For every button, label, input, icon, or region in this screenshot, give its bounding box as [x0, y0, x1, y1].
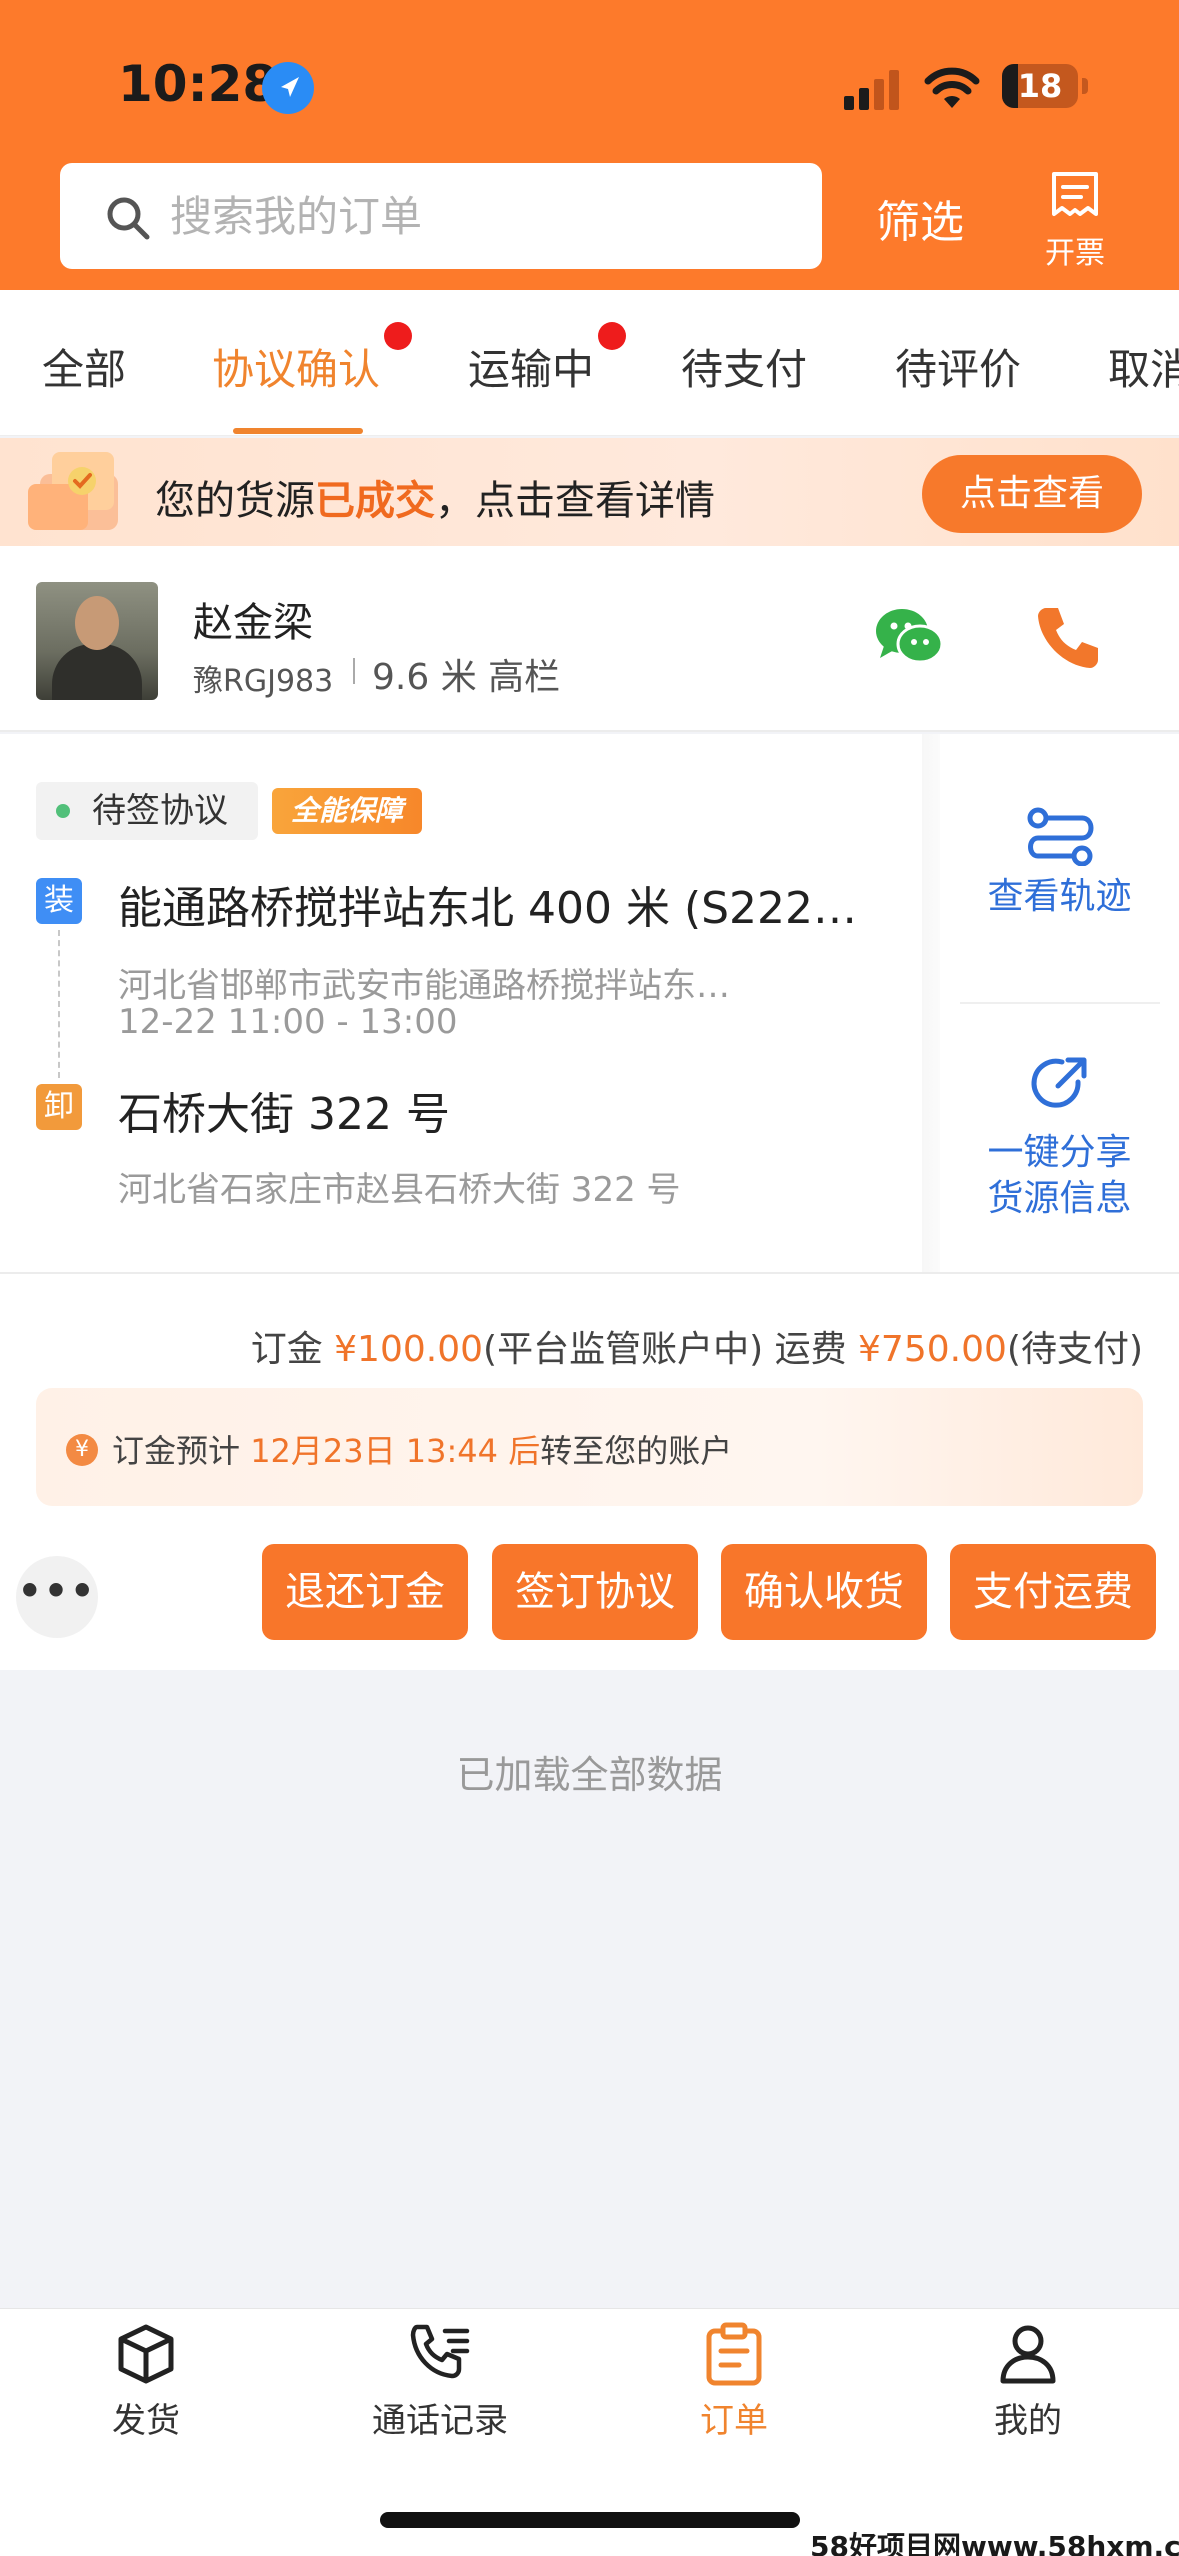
list-end-text: 已加载全部数据 — [456, 1753, 723, 1797]
box-icon — [118, 2324, 174, 2384]
route-line — [58, 930, 60, 1078]
banner-text: 您的货源已成交，点击查看详情 — [155, 478, 715, 524]
person-icon — [1000, 2325, 1056, 2384]
driver-card[interactable]: 赵金梁 豫RGJ983 9.6 米 高栏 — [0, 546, 1179, 732]
location-arrow-icon — [262, 62, 314, 114]
card-divider — [922, 734, 940, 1272]
avatar — [36, 582, 158, 700]
battery-icon: 18 — [1002, 64, 1078, 108]
deal-banner[interactable]: 您的货源已成交，点击查看详情 点击查看 — [0, 438, 1179, 546]
share-icon — [1031, 1057, 1086, 1108]
tab-cancelled[interactable]: 取消 — [1108, 336, 1179, 397]
divider — [353, 658, 355, 684]
nav-orders[interactable]: 订单 — [634, 2321, 834, 2442]
pay-freight-button[interactable]: 支付运费 — [950, 1544, 1156, 1640]
header: 10:28 18 筛选 开票 — [0, 0, 1179, 290]
share-label-line1: 一键分享 — [987, 1132, 1132, 1173]
load-address: 河北省邯郸市武安市能通路桥搅拌站东… — [118, 966, 730, 1006]
refund-deposit-button[interactable]: 退还订金 — [262, 1544, 468, 1640]
divider — [960, 1002, 1160, 1004]
wechat-chat-icon[interactable] — [874, 606, 944, 668]
order-tabs: 全部 协议确认 运输中 待支付 待评价 取消 — [0, 290, 1179, 436]
load-title: 能通路桥搅拌站东北 400 米 (S222… — [118, 883, 858, 934]
nav-me[interactable]: 我的 — [928, 2321, 1128, 2442]
fee-section: 订金 ¥100.00(平台监管账户中) 运费 ¥750.00(待支付) ¥ 订金… — [0, 1272, 1179, 1670]
search-input[interactable] — [60, 163, 822, 269]
nav-ship[interactable]: 发货 — [46, 2321, 246, 2442]
driver-plate: 豫RGJ983 — [193, 664, 334, 699]
share-label-line2: 货源信息 — [987, 1178, 1132, 1219]
home-indicator — [380, 2512, 800, 2528]
guarantee-badge: 全能保障 — [272, 788, 422, 834]
driver-name: 赵金梁 — [193, 600, 313, 646]
nav-orders-label: 订单 — [700, 2401, 768, 2441]
deposit-notice: ¥ 订金预计 12月23日 13:44 后转至您的账户 — [36, 1388, 1143, 1506]
clipboard-icon — [706, 2322, 762, 2386]
tab-agreement-badge — [384, 322, 412, 350]
sign-agreement-button[interactable]: 签订协议 — [492, 1544, 698, 1640]
fee-summary: 订金 ¥100.00(平台监管账户中) 运费 ¥750.00(待支付) — [250, 1329, 1143, 1370]
yuan-coin-icon: ¥ — [66, 1434, 98, 1466]
watermark: 58好项目网www.58hxm.com — [810, 2530, 1179, 2556]
search-icon — [107, 197, 150, 240]
invoice-button[interactable]: 开票 — [1030, 170, 1120, 271]
unload-title: 石桥大街 322 号 — [118, 1089, 450, 1140]
view-track-button[interactable]: 查看轨迹 — [940, 804, 1179, 920]
tab-all[interactable]: 全部 — [42, 336, 126, 397]
tab-in-transit-badge — [598, 322, 626, 350]
confirm-receipt-button[interactable]: 确认收货 — [721, 1544, 927, 1640]
status-badge: 待签协议 — [36, 782, 258, 840]
call-log-icon — [410, 2324, 470, 2379]
share-cargo-button[interactable]: 一键分享 货源信息 — [940, 1052, 1179, 1222]
more-button[interactable]: ••• — [16, 1556, 98, 1638]
nav-ship-label: 发货 — [112, 2401, 180, 2441]
battery-level: 18 — [1017, 67, 1063, 105]
status-time: 10:28 — [118, 55, 278, 113]
route-track-icon — [1027, 807, 1093, 866]
deal-stamp-icon — [28, 452, 118, 530]
active-tab-indicator — [233, 428, 363, 434]
filter-button[interactable]: 筛选 — [876, 186, 964, 250]
load-tag: 装 — [36, 878, 82, 924]
tab-pending-payment[interactable]: 待支付 — [681, 336, 807, 397]
tab-agreement-confirm[interactable]: 协议确认 — [212, 336, 380, 397]
battery-tip — [1082, 78, 1088, 94]
wifi-icon — [924, 67, 980, 108]
load-time: 12-22 11:00 - 13:00 — [118, 1002, 458, 1042]
truck-info: 9.6 米 高栏 — [372, 657, 561, 698]
notice-text: 订金预计 12月23日 13:44 后转至您的账户 — [112, 1432, 733, 1470]
nav-call-log-label: 通话记录 — [372, 2401, 508, 2441]
tab-pending-review[interactable]: 待评价 — [895, 336, 1021, 397]
view-track-label: 查看轨迹 — [987, 876, 1132, 917]
unload-tag: 卸 — [36, 1084, 82, 1130]
invoice-icon — [1052, 172, 1098, 216]
order-card[interactable]: 待签协议 全能保障 装 能通路桥搅拌站东北 400 米 (S222… 河北省邯郸… — [0, 734, 1179, 1272]
cellular-signal-icon — [844, 70, 899, 110]
phone-call-icon[interactable] — [1032, 602, 1104, 674]
unload-address: 河北省石家庄市赵县石桥大街 322 号 — [118, 1170, 681, 1210]
tab-in-transit[interactable]: 运输中 — [468, 336, 594, 397]
invoice-label: 开票 — [1045, 236, 1105, 271]
nav-me-label: 我的 — [994, 2401, 1062, 2441]
nav-call-log[interactable]: 通话记录 — [340, 2321, 540, 2442]
view-details-button[interactable]: 点击查看 — [922, 455, 1142, 533]
